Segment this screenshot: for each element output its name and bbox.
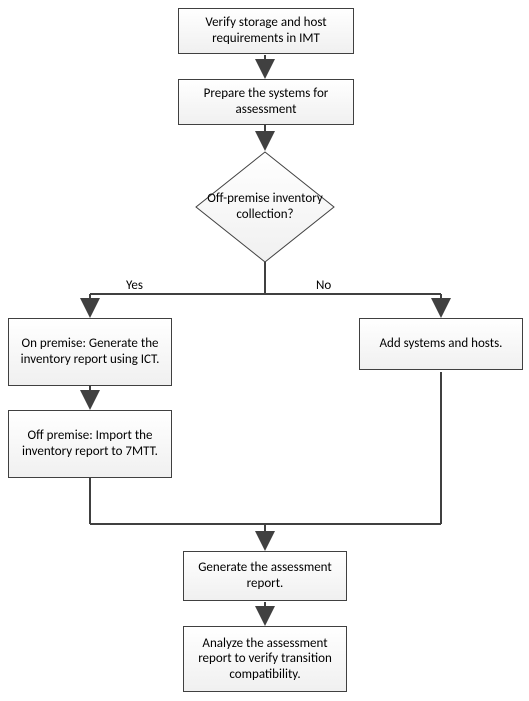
node-onprem: On premise: Generate the inventory repor… bbox=[8, 318, 172, 386]
node-prepare: Prepare the systems for assessment bbox=[178, 79, 354, 125]
node-verify: Verify storage and host requirements in … bbox=[178, 8, 354, 54]
node-analyze-label: Analyze the assessment report to verify … bbox=[190, 636, 340, 683]
node-decision: Off-premise inventory collection? bbox=[195, 151, 335, 263]
edge-label-no: No bbox=[316, 278, 331, 293]
node-analyze: Analyze the assessment report to verify … bbox=[183, 626, 347, 692]
node-add-label: Add systems and hosts. bbox=[380, 336, 503, 352]
node-offprem: Off premise: Import the inventory report… bbox=[8, 410, 172, 478]
node-verify-label: Verify storage and host requirements in … bbox=[185, 15, 347, 46]
node-onprem-label: On premise: Generate the inventory repor… bbox=[15, 336, 165, 367]
node-add: Add systems and hosts. bbox=[359, 318, 523, 370]
node-generate-label: Generate the assessment report. bbox=[190, 560, 340, 591]
node-offprem-label: Off premise: Import the inventory report… bbox=[15, 428, 165, 459]
node-decision-label: Off-premise inventory collection? bbox=[207, 191, 323, 222]
flowchart-canvas: Verify storage and host requirements in … bbox=[0, 0, 529, 701]
node-generate: Generate the assessment report. bbox=[183, 551, 347, 601]
edge-label-yes: Yes bbox=[126, 278, 143, 293]
node-prepare-label: Prepare the systems for assessment bbox=[185, 86, 347, 117]
